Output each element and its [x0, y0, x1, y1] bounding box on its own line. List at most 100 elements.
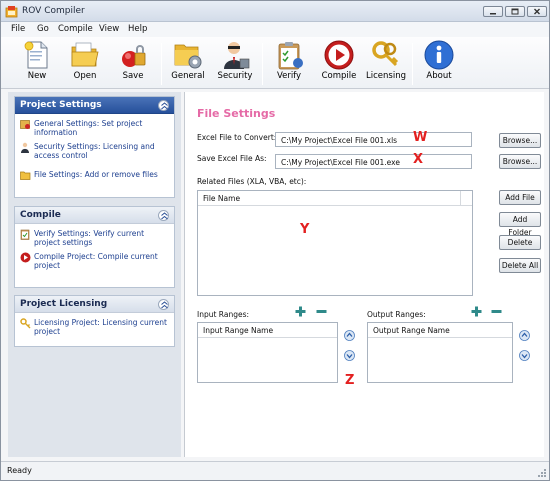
- new-button[interactable]: New: [17, 39, 57, 87]
- task-file-settings-text: File Settings: Add or remove files: [34, 170, 158, 179]
- remove-input-range-icon[interactable]: [316, 306, 327, 317]
- toolbar: New Open Save General Security Verify Co…: [1, 37, 549, 89]
- verify-button[interactable]: Verify: [269, 39, 309, 87]
- compile-label: Compile: [321, 71, 357, 81]
- new-label: New: [27, 71, 47, 81]
- licensing-panel: Project Licensing Licensing Project: Lic…: [14, 295, 175, 347]
- collapse-button[interactable]: [158, 299, 169, 310]
- move-up-icon[interactable]: [344, 330, 355, 341]
- input-range-column-header[interactable]: Input Range Name: [203, 326, 273, 335]
- move-down-icon[interactable]: [344, 350, 355, 361]
- verify-icon: [20, 229, 30, 240]
- folder-open-icon: [71, 42, 99, 67]
- compile-title: Compile: [20, 210, 61, 220]
- marker-x: X: [413, 152, 424, 167]
- task-general-settings[interactable]: General Settings: Set project informatio…: [20, 119, 172, 139]
- task-general-settings-text: General Settings: Set project informatio…: [34, 119, 143, 137]
- toolbar-separator: [262, 43, 263, 85]
- status-bar: Ready: [1, 461, 549, 480]
- chevron-up-icon: [161, 212, 168, 220]
- collapse-button[interactable]: [158, 100, 169, 111]
- task-file-settings[interactable]: File Settings: Add or remove files: [20, 170, 172, 182]
- file-name-column-header[interactable]: File Name: [203, 194, 240, 203]
- browse-excel-button[interactable]: Browse...: [499, 133, 541, 148]
- close-button[interactable]: [527, 6, 547, 17]
- open-label: Open: [73, 71, 97, 81]
- maximize-icon: [511, 8, 519, 15]
- collapse-button[interactable]: [158, 210, 169, 221]
- delete-all-button[interactable]: Delete All: [499, 258, 541, 273]
- security-label: Security: [217, 71, 253, 81]
- about-button[interactable]: About: [419, 39, 459, 87]
- security-button[interactable]: Security: [214, 39, 256, 87]
- task-verify-settings[interactable]: Verify Settings: Verify current project …: [20, 229, 172, 249]
- general-button[interactable]: General: [167, 39, 209, 87]
- minimize-button[interactable]: [483, 6, 503, 17]
- general-label: General: [171, 71, 205, 81]
- folder-gear-icon: [174, 44, 202, 69]
- task-licensing-project[interactable]: Licensing Project: Licensing current pro…: [20, 318, 172, 338]
- project-settings-header[interactable]: Project Settings: [15, 97, 174, 114]
- menu-help[interactable]: Help: [128, 24, 147, 34]
- compile-button[interactable]: Compile: [318, 39, 360, 87]
- menu-bar: File Go Compile View Help: [1, 22, 549, 37]
- page-title: File Settings: [197, 107, 276, 120]
- project-settings-title: Project Settings: [20, 100, 102, 110]
- menu-file[interactable]: File: [11, 24, 25, 34]
- close-icon: [534, 8, 540, 15]
- chevron-up-icon: [161, 301, 168, 309]
- maximize-button[interactable]: [505, 6, 525, 17]
- save-button[interactable]: Save: [113, 39, 153, 87]
- excel-file-input[interactable]: C:\My Project\Excel File 001.xls: [275, 132, 472, 147]
- related-files-list[interactable]: File Name: [197, 190, 473, 296]
- add-input-range-icon[interactable]: [295, 306, 306, 317]
- marker-y: Y: [300, 222, 310, 237]
- app-window: ROV Compiler File Go Compile View Help N…: [0, 0, 550, 481]
- output-range-column-header[interactable]: Output Range Name: [373, 326, 450, 335]
- related-files-label: Related Files (XLA, VBA, etc):: [197, 177, 307, 186]
- menu-go[interactable]: Go: [37, 24, 49, 34]
- delete-button[interactable]: Delete: [499, 235, 541, 250]
- save-as-input[interactable]: C:\My Project\Excel File 001.exe: [275, 154, 472, 169]
- licensing-button[interactable]: Licensing: [365, 39, 407, 87]
- toolbar-separator: [412, 43, 413, 85]
- task-verify-settings-text: Verify Settings: Verify current project …: [34, 229, 145, 247]
- open-button[interactable]: Open: [65, 39, 105, 87]
- column-separator: [460, 191, 461, 206]
- file-settings-pane: File Settings Excel File to Convert: C:\…: [184, 92, 544, 457]
- settings-icon: [20, 120, 30, 129]
- output-ranges-label: Output Ranges:: [367, 310, 426, 319]
- licensing-label: Licensing: [366, 71, 406, 81]
- move-up-icon[interactable]: [519, 330, 530, 341]
- key-icon: [20, 318, 31, 329]
- marker-z: Z: [345, 373, 355, 388]
- remove-output-range-icon[interactable]: [491, 306, 502, 317]
- add-output-range-icon[interactable]: [471, 306, 482, 317]
- task-pane: Project Settings General Settings: Set p…: [8, 92, 181, 457]
- compile-header[interactable]: Compile: [15, 207, 174, 224]
- add-folder-button[interactable]: Add Folder: [499, 212, 541, 237]
- about-label: About: [426, 71, 452, 81]
- menu-compile[interactable]: Compile: [58, 24, 93, 34]
- task-security-settings[interactable]: Security Settings: Licensing and access …: [20, 142, 172, 162]
- task-security-settings-text: Security Settings: Licensing and access …: [34, 142, 155, 160]
- task-compile-project-text: Compile Project: Compile current project: [34, 252, 158, 270]
- licensing-header[interactable]: Project Licensing: [15, 296, 174, 313]
- new-document-icon: [24, 41, 48, 69]
- security-icon: [21, 142, 29, 153]
- task-compile-project[interactable]: Compile Project: Compile current project: [20, 252, 172, 272]
- resize-grip-icon[interactable]: [537, 468, 547, 478]
- task-licensing-project-text: Licensing Project: Licensing current pro…: [34, 318, 167, 336]
- keys-icon: [372, 41, 399, 67]
- move-down-icon[interactable]: [519, 350, 530, 361]
- list-header: Output Range Name: [368, 323, 512, 338]
- menu-view[interactable]: View: [99, 24, 119, 34]
- project-settings-panel: Project Settings General Settings: Set p…: [14, 96, 175, 198]
- input-ranges-list[interactable]: Input Range Name: [197, 322, 338, 383]
- verify-clipboard-icon: [278, 42, 303, 70]
- app-icon: [5, 6, 18, 18]
- add-file-button[interactable]: Add File: [499, 190, 541, 205]
- folder-icon: [20, 171, 31, 180]
- output-ranges-list[interactable]: Output Range Name: [367, 322, 513, 383]
- browse-save-button[interactable]: Browse...: [499, 154, 541, 169]
